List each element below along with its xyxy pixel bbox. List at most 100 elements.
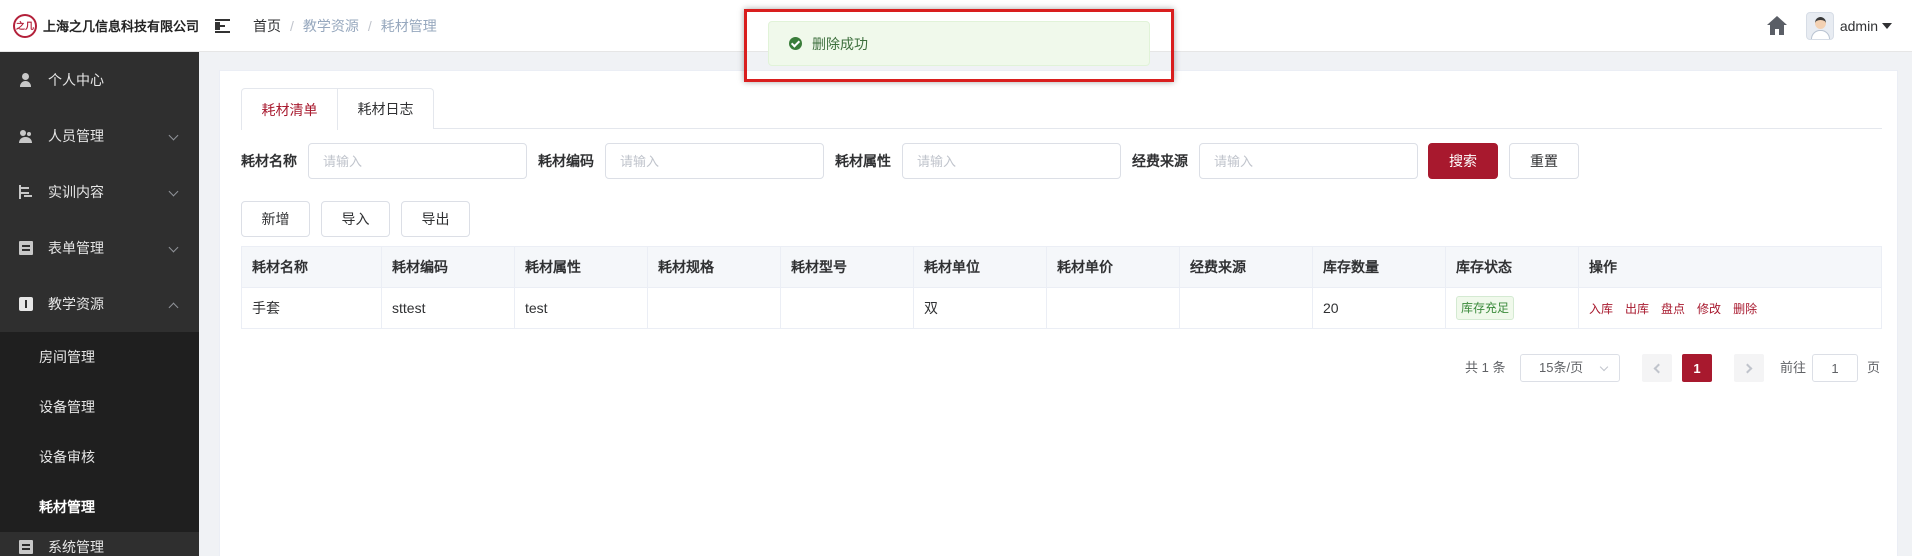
- edit-link[interactable]: 修改: [1697, 300, 1721, 317]
- cell-price: [1047, 288, 1180, 328]
- caret-down-icon[interactable]: [1882, 23, 1892, 29]
- sidebar-item-forms[interactable]: 表单管理: [0, 220, 199, 276]
- column-header: 耗材单位: [914, 247, 1047, 287]
- toast-message: 删除成功: [812, 35, 868, 52]
- cell-code: sttest: [382, 288, 515, 328]
- sidebar-item-label: 教学资源: [48, 296, 104, 312]
- cell-unit: 双: [914, 288, 1047, 328]
- company-name: 上海之几信息科技有限公司: [42, 19, 199, 34]
- chevron-down-icon: [1599, 362, 1609, 372]
- stock-in-link[interactable]: 入库: [1589, 300, 1613, 317]
- chevron-left-icon: [1653, 363, 1664, 373]
- filter-label-code: 耗材编码: [538, 153, 594, 169]
- sidebar-item-label: 个人中心: [48, 72, 104, 88]
- delete-link[interactable]: 删除: [1733, 300, 1757, 317]
- column-header: 耗材型号: [781, 247, 914, 287]
- header-right: admin: [1766, 0, 1892, 52]
- cell-qty: 20: [1313, 288, 1446, 328]
- column-header: 耗材属性: [515, 247, 648, 287]
- cell-attr: test: [515, 288, 648, 328]
- column-header: 库存状态: [1446, 247, 1579, 287]
- submenu-item-consumables[interactable]: 耗材管理: [0, 482, 199, 532]
- breadcrumb-separator: /: [367, 17, 372, 34]
- page-number-current[interactable]: 1: [1682, 354, 1712, 382]
- chevron-down-icon: [168, 186, 179, 197]
- username[interactable]: admin: [1840, 18, 1878, 34]
- chevron-up-icon: [168, 302, 179, 313]
- page-size-select[interactable]: 15条/页: [1520, 354, 1620, 382]
- column-header: 耗材编码: [382, 247, 515, 287]
- sidebar-item-label: 表单管理: [48, 240, 104, 256]
- people-icon: [19, 129, 33, 143]
- filter-attr-input[interactable]: [902, 143, 1121, 179]
- main-panel: 耗材清单 耗材日志 耗材名称 耗材编码 耗材属性 经费来源 搜索 重置 新增 导…: [219, 70, 1898, 556]
- book-icon: [19, 297, 33, 311]
- filter-label-name: 耗材名称: [241, 153, 297, 169]
- breadcrumb-home[interactable]: 首页: [253, 16, 281, 36]
- chevron-down-icon: [168, 242, 179, 253]
- tab-consumable-log[interactable]: 耗材日志: [337, 88, 434, 129]
- filter-fund-input[interactable]: [1199, 143, 1418, 179]
- sidebar-item-personnel[interactable]: 人员管理: [0, 108, 199, 164]
- chevron-right-icon: [1742, 363, 1753, 373]
- chevron-down-icon: [168, 130, 179, 141]
- cell-name: 手套: [242, 288, 382, 328]
- add-button[interactable]: 新增: [241, 201, 310, 237]
- sidebar-item-personal-center[interactable]: 个人中心: [0, 52, 199, 108]
- breadcrumb-current: 耗材管理: [380, 17, 437, 34]
- filter-code-input[interactable]: [605, 143, 824, 179]
- goto-page-input[interactable]: [1812, 354, 1858, 382]
- table-header-row: 耗材名称 耗材编码 耗材属性 耗材规格 耗材型号 耗材单位 耗材单价 经费来源 …: [242, 247, 1881, 288]
- export-button[interactable]: 导出: [401, 201, 470, 237]
- logo[interactable]: 之几 上海之几信息科技有限公司: [0, 0, 199, 52]
- filter-label-fund: 经费来源: [1132, 153, 1188, 169]
- tab-consumable-list[interactable]: 耗材清单: [241, 88, 338, 130]
- filter-label-attr: 耗材属性: [835, 153, 891, 169]
- submenu-item-room[interactable]: 房间管理: [0, 332, 199, 382]
- breadcrumb-teaching-resources: 教学资源: [302, 17, 359, 34]
- stock-out-link[interactable]: 出库: [1625, 300, 1649, 317]
- sidebar-item-training[interactable]: 实训内容: [0, 164, 199, 220]
- column-header: 库存数量: [1313, 247, 1446, 287]
- sidebar-item-label: 系统管理: [48, 539, 104, 555]
- submenu-item-equipment[interactable]: 设备管理: [0, 382, 199, 432]
- prev-page-button[interactable]: [1642, 354, 1672, 382]
- check-circle-icon: [789, 37, 802, 50]
- column-header: 耗材规格: [648, 247, 781, 287]
- consumables-table: 耗材名称 耗材编码 耗材属性 耗材规格 耗材型号 耗材单位 耗材单价 经费来源 …: [241, 246, 1882, 329]
- home-icon[interactable]: [1766, 15, 1788, 37]
- avatar[interactable]: [1805, 12, 1834, 40]
- inventory-check-link[interactable]: 盘点: [1661, 300, 1685, 317]
- cell-spec: [648, 288, 781, 328]
- import-button[interactable]: 导入: [321, 201, 390, 237]
- sidebar-item-teaching-resources[interactable]: 教学资源: [0, 276, 199, 332]
- goto-label: 前往: [1780, 360, 1807, 375]
- pagination-total: 共 1 条: [1465, 360, 1506, 375]
- column-header: 耗材单价: [1047, 247, 1180, 287]
- cell-status: 库存充足: [1446, 288, 1579, 328]
- page-size-value: 15条/页: [1539, 360, 1584, 375]
- column-header: 耗材名称: [242, 247, 382, 287]
- success-toast: 删除成功: [768, 21, 1150, 66]
- sidebar-item-system[interactable]: 系统管理: [0, 532, 199, 556]
- sidebar-item-label: 实训内容: [48, 184, 104, 200]
- cell-actions: 入库 出库 盘点 修改 删除: [1579, 288, 1881, 328]
- sidebar: 个人中心 人员管理 实训内容 表单管理 教学资源 房间管理 设备管理 设备审核 …: [0, 52, 199, 556]
- logo-mark-icon: 之几: [13, 13, 37, 38]
- submenu-teaching-resources: 房间管理 设备管理 设备审核 耗材管理: [0, 332, 199, 532]
- cell-model: [781, 288, 914, 328]
- next-page-button[interactable]: [1734, 354, 1764, 382]
- submenu-item-equipment-review[interactable]: 设备审核: [0, 432, 199, 482]
- breadcrumb-separator: /: [290, 17, 294, 34]
- status-badge: 库存充足: [1456, 296, 1515, 320]
- tab-bar: 耗材清单 耗材日志: [241, 88, 1882, 130]
- breadcrumb: 首页 / 教学资源 / 耗材管理: [253, 16, 437, 36]
- column-header: 操作: [1589, 259, 1617, 275]
- tree-icon: [19, 185, 33, 199]
- search-button[interactable]: 搜索: [1428, 143, 1498, 179]
- collapse-menu-icon[interactable]: [215, 16, 235, 36]
- reset-button[interactable]: 重置: [1509, 143, 1579, 179]
- filter-name-input[interactable]: [308, 143, 527, 179]
- cell-fund: [1180, 288, 1313, 328]
- sidebar-item-label: 人员管理: [48, 128, 104, 144]
